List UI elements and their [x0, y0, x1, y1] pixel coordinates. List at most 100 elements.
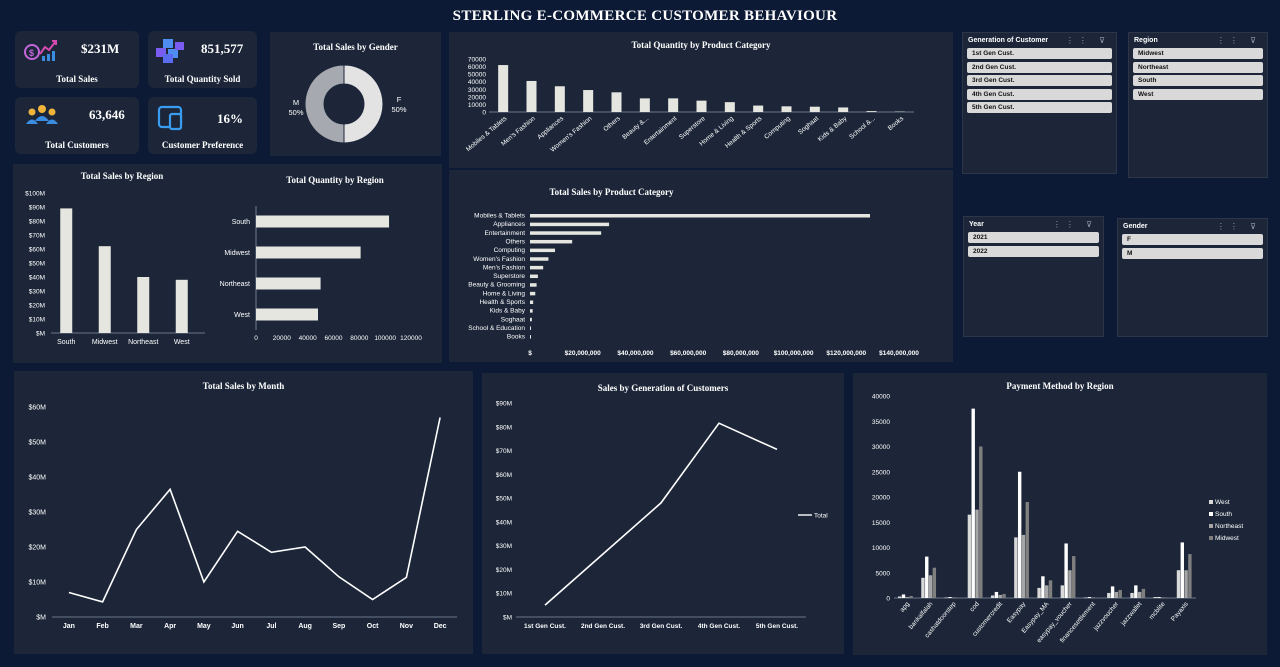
bar-mobiles-tablets — [530, 214, 871, 218]
y-tick-health-sports: Health & Sports — [479, 299, 525, 306]
bar-kids-baby — [838, 107, 849, 112]
bar-appliances — [554, 86, 565, 112]
bar-jazzvoucher-west — [1107, 592, 1111, 598]
y-tick-60m: $60M — [29, 247, 45, 254]
slicer-gender-icons[interactable]: ⋮⋮ ⊽ — [1217, 222, 1261, 231]
sales-month-chart: $60M $50M $40M $30M $20M $10M $M Jan Feb Mar Apr Ma… — [28, 405, 457, 630]
x-tick-20-000-000: $20,000,000 — [565, 350, 602, 357]
slicer-item-3rd-gen-cust[interactable]: 3rd Gen Cust. — [967, 75, 1112, 87]
slicer-year-title: Year — [969, 221, 984, 228]
svg-text:$: $ — [29, 48, 34, 58]
x-tick-40-000-000: $40,000,000 — [617, 350, 654, 357]
legend-label-total: Total — [814, 513, 828, 520]
bar-superstore — [530, 274, 538, 279]
label-f-value: 50% — [391, 105, 406, 114]
slicer-region-icons[interactable]: ⋮⋮ ⊽ — [1217, 36, 1261, 45]
x-tick-60000: 60000 — [324, 335, 342, 342]
x-tick-others: Others — [602, 115, 622, 133]
legend-label-northeast: Northeast — [1215, 523, 1243, 530]
bar-northeast — [137, 277, 150, 333]
y-tick-80m: $80M — [29, 219, 45, 226]
slicer-generation-icons[interactable]: ⋮⋮ ⊽ — [1066, 36, 1110, 45]
y-tick-90m: $90M — [29, 205, 45, 212]
label-m-value: 50% — [288, 108, 303, 117]
y-tick-30000: 30000 — [872, 444, 890, 451]
y-tick-west: West — [234, 312, 250, 319]
slicer-item-5th-gen-cust[interactable]: 5th Gen Cust. — [967, 102, 1112, 114]
bar-others — [611, 92, 622, 112]
y-tick-10m: $10M — [496, 591, 512, 598]
customer-preference-value: 16% — [217, 111, 243, 126]
label-f: F — [397, 95, 402, 104]
y-tick-60m: $60M — [28, 405, 46, 412]
bar-school — [866, 111, 877, 112]
y-tick-90m: $90M — [496, 401, 512, 408]
x-tick-superstore: Superstore — [678, 115, 707, 141]
bar-jazzvoucher-northeast — [1114, 591, 1119, 598]
slicer-item-2022[interactable]: 2022 — [968, 245, 1099, 257]
slicer-item-2021[interactable]: 2021 — [968, 232, 1099, 243]
bar-west — [175, 279, 188, 333]
bar-bankalfalah-northeast — [928, 575, 933, 598]
region-charts: $100M $90M $80M $70M $60M $50M $40M $30M $20M $10… — [25, 191, 422, 347]
x-tick-payaxis: Payaxis — [1170, 600, 1190, 623]
x-tick-80000: 80000 — [350, 335, 368, 342]
bar-soghaat — [530, 317, 532, 322]
bar-women-s-fashion — [530, 257, 549, 261]
y-tick-30m: $30M — [28, 510, 46, 517]
slicer-item-south[interactable]: South — [1133, 75, 1263, 87]
slicer-item-northeast[interactable]: Northeast — [1133, 61, 1263, 73]
x-tick-school: School &... — [848, 115, 877, 141]
bar-midwest — [256, 246, 361, 259]
slicer-region-items: Midwest Northeast South West — [1133, 48, 1263, 102]
x-tick-60-000-000: $60,000,000 — [670, 350, 707, 357]
sales-month-panel: Total Sales by Month $60M $50M $40M $30M $20… — [14, 371, 473, 654]
x-tick-oct: Oct — [367, 623, 379, 630]
total-sales-label: Total Sales — [56, 74, 98, 84]
y-tick-50000: 50000 — [468, 72, 486, 79]
x-tick-midwest: Midwest — [92, 339, 118, 346]
slicer-item-midwest[interactable]: Midwest — [1133, 48, 1263, 59]
bar-apg-northeast — [905, 596, 910, 598]
bar-easypay-midwest — [1025, 502, 1029, 598]
slicer-item-west[interactable]: West — [1133, 88, 1263, 100]
slicer-year-icons[interactable]: ⋮⋮ ⊽ — [1053, 220, 1097, 229]
slicer-item-4th-gen-cust[interactable]: 4th Gen Cust. — [967, 88, 1112, 100]
y-tick-kids-baby: Kids & Baby — [490, 308, 526, 315]
bar-school-education — [530, 326, 531, 330]
x-tick-appliances: Appliances — [536, 115, 565, 141]
y-tick-beauty-grooming: Beauty & Grooming — [468, 282, 525, 289]
x-tick-cod: cod — [969, 600, 981, 613]
slicer-region-title: Region — [1134, 37, 1158, 44]
customer-preference-label: Customer Preference — [161, 140, 244, 150]
bar-financesettlement-west — [1083, 597, 1088, 599]
slicer-year: Year ⋮⋮ ⊽ 2021 2022 — [963, 216, 1104, 337]
y-tick-10000: 10000 — [468, 102, 486, 109]
bar-cashatdoorstep-midwest — [955, 597, 960, 599]
slicer-item-f[interactable]: F — [1122, 234, 1263, 245]
label-m: M — [293, 98, 299, 107]
bar-midwest — [98, 246, 111, 333]
y-tick-10000: 10000 — [872, 545, 890, 552]
y-tick-100m: $100M — [25, 191, 45, 198]
bar-jazzwallet-west — [1130, 592, 1134, 598]
y-tick-40m: $40M — [28, 475, 46, 482]
bar-easypay-voucher-south — [1064, 543, 1068, 598]
bar-apg-midwest — [909, 595, 913, 598]
pie-slice-f — [343, 64, 384, 144]
x-tick-jan: Jan — [63, 623, 75, 630]
bar-cashatdoorstep-northeast — [952, 597, 956, 599]
bar-financesettlement-south — [1087, 596, 1092, 598]
slicer-item-1st-gen-cust[interactable]: 1st Gen Cust. — [967, 48, 1112, 59]
legend-swatch-west — [1209, 500, 1213, 504]
bar-men-s-fashion — [530, 265, 544, 270]
payment-region-chart: 40000 35000 30000 25000 20000 15000 10000 5000 0… — [872, 394, 1243, 645]
slicer-item-m[interactable]: M — [1122, 247, 1263, 259]
bar-computing — [781, 106, 792, 112]
y-tick-others: Others — [505, 238, 525, 245]
slicer-item-2nd-gen-cust[interactable]: 2nd Gen Cust. — [967, 61, 1112, 73]
y-tick-10m: $10M — [29, 317, 45, 324]
slicer-generation: Generation of Customer ⋮⋮ ⊽ 1st Gen Cust… — [962, 32, 1117, 174]
legend-swatch-northeast — [1209, 524, 1213, 528]
bar-mcblite-west — [1153, 596, 1157, 598]
